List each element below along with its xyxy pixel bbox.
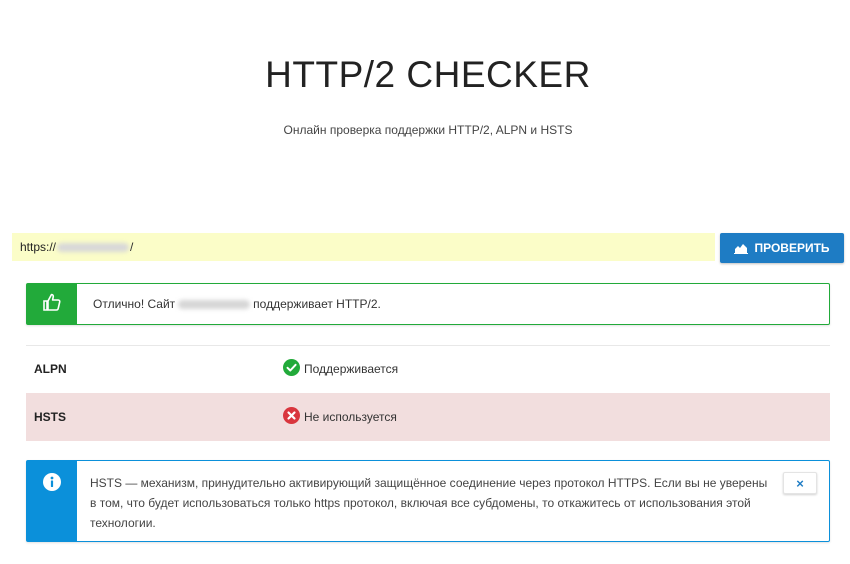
thumbs-up-icon <box>42 292 62 317</box>
check-row-alpn: ALPN Поддерживается <box>26 345 830 393</box>
success-text-after: поддерживает HTTP/2. <box>253 297 381 311</box>
status-text-hsts: Не используется <box>304 410 397 424</box>
url-prefix: https:// <box>20 240 57 254</box>
success-message: Отлично! Сайт поддерживает HTTP/2. <box>77 284 381 324</box>
success-text-before: Отлично! Сайт <box>93 297 176 311</box>
url-suffix: / <box>130 240 134 254</box>
url-input[interactable]: https:// / <box>12 233 715 261</box>
check-label-alpn: ALPN <box>34 362 67 376</box>
x-circle-icon <box>283 407 300 427</box>
info-message: HSTS — механизм, принудительно активирую… <box>90 476 768 530</box>
page-title: HTTP/2 CHECKER <box>265 54 591 95</box>
check-circle-icon <box>283 359 300 379</box>
close-icon: × <box>796 475 804 491</box>
check-row-hsts: HSTS Не используется <box>26 393 830 441</box>
area-chart-icon <box>734 242 749 254</box>
check-button[interactable]: ПРОВЕРИТЬ <box>720 233 844 263</box>
check-status-alpn: Поддерживается <box>283 359 398 379</box>
check-label-hsts: HSTS <box>34 410 67 424</box>
check-button-label: ПРОВЕРИТЬ <box>754 241 830 255</box>
success-icon-panel <box>27 284 77 324</box>
page-subtitle: Онлайн проверка поддержки HTTP/2, ALPN и… <box>283 123 573 137</box>
info-icon <box>43 473 61 496</box>
close-button[interactable]: × <box>783 472 817 494</box>
success-alert: Отлично! Сайт поддерживает HTTP/2. <box>26 283 830 325</box>
info-icon-panel <box>27 461 77 541</box>
info-alert: HSTS — механизм, принудительно активирую… <box>26 460 830 542</box>
blurred-site-name <box>178 299 251 309</box>
blurred-domain <box>57 242 130 252</box>
check-status-hsts: Не используется <box>283 407 397 427</box>
status-text-alpn: Поддерживается <box>304 362 399 376</box>
